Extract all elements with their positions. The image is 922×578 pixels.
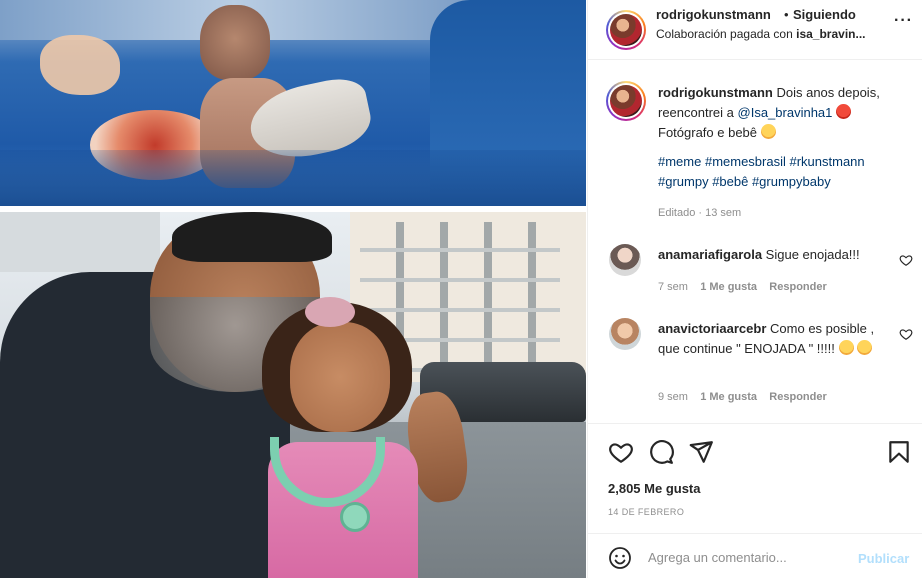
comment-icon[interactable] [648,439,674,465]
comment-reply-button[interactable]: Responder [769,281,826,293]
separator-dot: • [784,7,789,22]
angry-face-emoji-icon [836,104,852,119]
comment-item: anavictoriaarcebr Como es posible , que … [658,319,893,359]
caption-meta: Editado · 13 sem [658,207,742,219]
like-comment-heart-icon[interactable] [899,253,913,267]
comment-username[interactable]: anamariafigarola [658,247,762,262]
comment-item: anamariafigarola Sigue enojada!!! [658,245,893,265]
comment-body: Sigue enojada!!! [765,247,860,262]
comment-likes[interactable]: 1 Me gusta [700,391,757,403]
collab-prefix: Colaboración pagada con [656,27,793,41]
grinning-face-emoji-icon [760,124,776,139]
share-icon[interactable] [688,439,714,465]
collab-partner-link[interactable]: isa_bravin... [796,27,865,41]
comment-username[interactable]: anavictoriaarcebr [658,321,766,336]
caption: rodrigokunstmann Dois anos depois, reenc… [658,83,908,143]
more-icon[interactable]: ··· [894,12,913,30]
caption-mention-link[interactable]: @Isa_bravinha1 [738,105,833,120]
comment-composer: Publicar [588,533,922,578]
comment-time: 7 sem [658,281,688,293]
caption-avatar[interactable] [606,81,646,121]
follow-status-button[interactable]: Siguiendo [793,7,856,22]
author-avatar[interactable] [606,10,646,50]
heart-icon[interactable] [608,439,634,465]
post-date: 14 DE FEBRERO [608,507,685,517]
post-media[interactable] [0,0,586,578]
comments-section[interactable]: rodrigokunstmann Dois anos depois, reenc… [588,61,922,423]
like-count[interactable]: 2,805 Me gusta [608,481,701,496]
paid-partnership-label: Colaboración pagada con isa_bravin... [656,27,866,41]
emoji-icon[interactable] [608,546,632,570]
comment-reply-button[interactable]: Responder [769,391,826,403]
comment-input[interactable] [648,544,848,570]
caption-username[interactable]: rodrigokunstmann [658,85,773,100]
comment-likes[interactable]: 1 Me gusta [700,281,757,293]
photo-newborn [0,0,586,206]
comment-meta: 9 sem 1 Me gusta Responder [658,391,827,403]
post-side-panel: rodrigokunstmann • Siguiendo Colaboració… [587,0,922,578]
thinking-face-emoji-icon [838,340,854,355]
comment-meta: 7 sem 1 Me gusta Responder [658,281,827,293]
caption-hashtags[interactable]: #meme #memesbrasil #rkunstmann #grumpy #… [658,152,908,192]
comment-avatar[interactable] [609,244,641,276]
photo-man-and-girl [0,212,586,578]
bookmark-icon[interactable] [886,439,912,465]
publish-button[interactable]: Publicar [858,551,909,566]
thinking-face-emoji-icon [857,340,873,355]
post-actions: 2,805 Me gusta 14 DE FEBRERO [588,423,922,523]
caption-text-2: Fotógrafo e bebê [658,125,758,140]
author-username[interactable]: rodrigokunstmann [656,7,771,22]
comment-avatar[interactable] [609,318,641,350]
like-comment-heart-icon[interactable] [899,327,913,341]
comment-time: 9 sem [658,391,688,403]
post-header: rodrigokunstmann • Siguiendo Colaboració… [588,0,922,60]
